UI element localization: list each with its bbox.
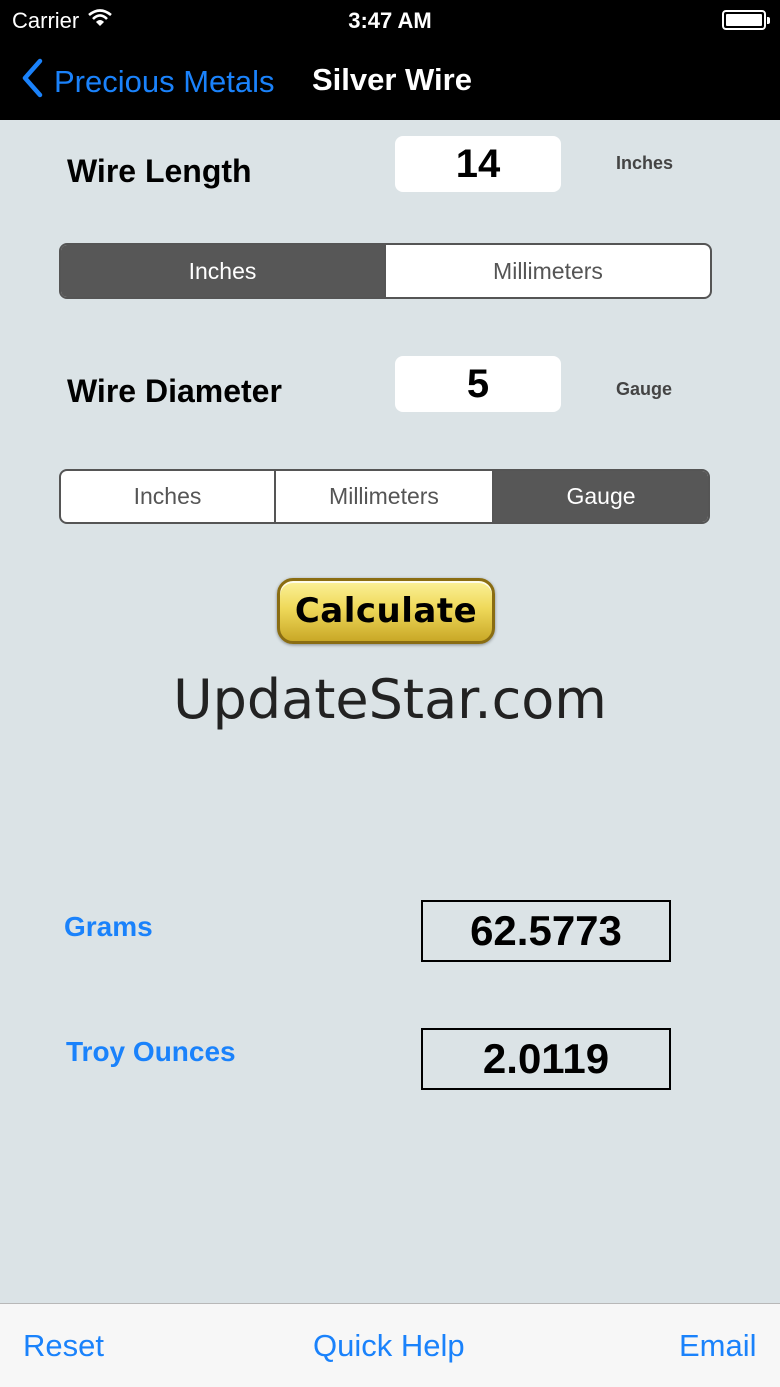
- wire-length-unit: Inches: [616, 153, 674, 173]
- wire-diameter-label: Wire Diameter: [67, 373, 282, 409]
- wire-length-label: Wire Length: [67, 153, 252, 189]
- reset-button[interactable]: Reset: [23, 1328, 104, 1364]
- watermark-text: UpdateStar.com: [173, 668, 607, 731]
- app-screen: Carrier 3:47 AM Precious Metals Silver W…: [0, 0, 780, 1387]
- wire-length-input[interactable]: [395, 136, 561, 192]
- nav-bar: Precious Metals Silver Wire: [0, 40, 780, 120]
- troy-ounces-value: 2.0119: [482, 1035, 610, 1082]
- back-button-label: Precious Metals: [54, 64, 275, 99]
- quick-help-button[interactable]: Quick Help: [313, 1328, 465, 1364]
- email-button[interactable]: Email: [679, 1328, 757, 1364]
- troy-ounces-value-box: 2.0119: [421, 1028, 671, 1090]
- back-button[interactable]: Precious Metals: [20, 58, 275, 106]
- bottom-toolbar: Reset Quick Help Email: [0, 1303, 780, 1387]
- battery-icon: [722, 10, 770, 30]
- grams-label: Grams: [64, 911, 153, 942]
- diameter-unit-segmented-control: Inches Millimeters Gauge: [59, 469, 710, 524]
- length-segment-inches[interactable]: Inches: [61, 245, 386, 297]
- calculate-button[interactable]: Calculate: [277, 578, 495, 644]
- diameter-segment-gauge[interactable]: Gauge: [494, 471, 708, 522]
- troy-ounces-label: Troy Ounces: [66, 1036, 236, 1067]
- grams-value: 62.5773: [470, 907, 622, 954]
- length-segment-millimeters[interactable]: Millimeters: [386, 245, 710, 297]
- status-bar: Carrier 3:47 AM: [0, 0, 780, 40]
- diameter-segment-millimeters[interactable]: Millimeters: [276, 471, 494, 522]
- chevron-left-icon: [20, 58, 44, 106]
- page-title: Silver Wire: [312, 62, 472, 97]
- wire-diameter-unit: Gauge: [616, 379, 673, 399]
- wire-diameter-input[interactable]: [395, 356, 561, 412]
- length-unit-segmented-control: Inches Millimeters: [59, 243, 712, 299]
- diameter-segment-inches[interactable]: Inches: [61, 471, 276, 522]
- grams-value-box: 62.5773: [421, 900, 671, 962]
- status-time: 3:47 AM: [348, 8, 432, 33]
